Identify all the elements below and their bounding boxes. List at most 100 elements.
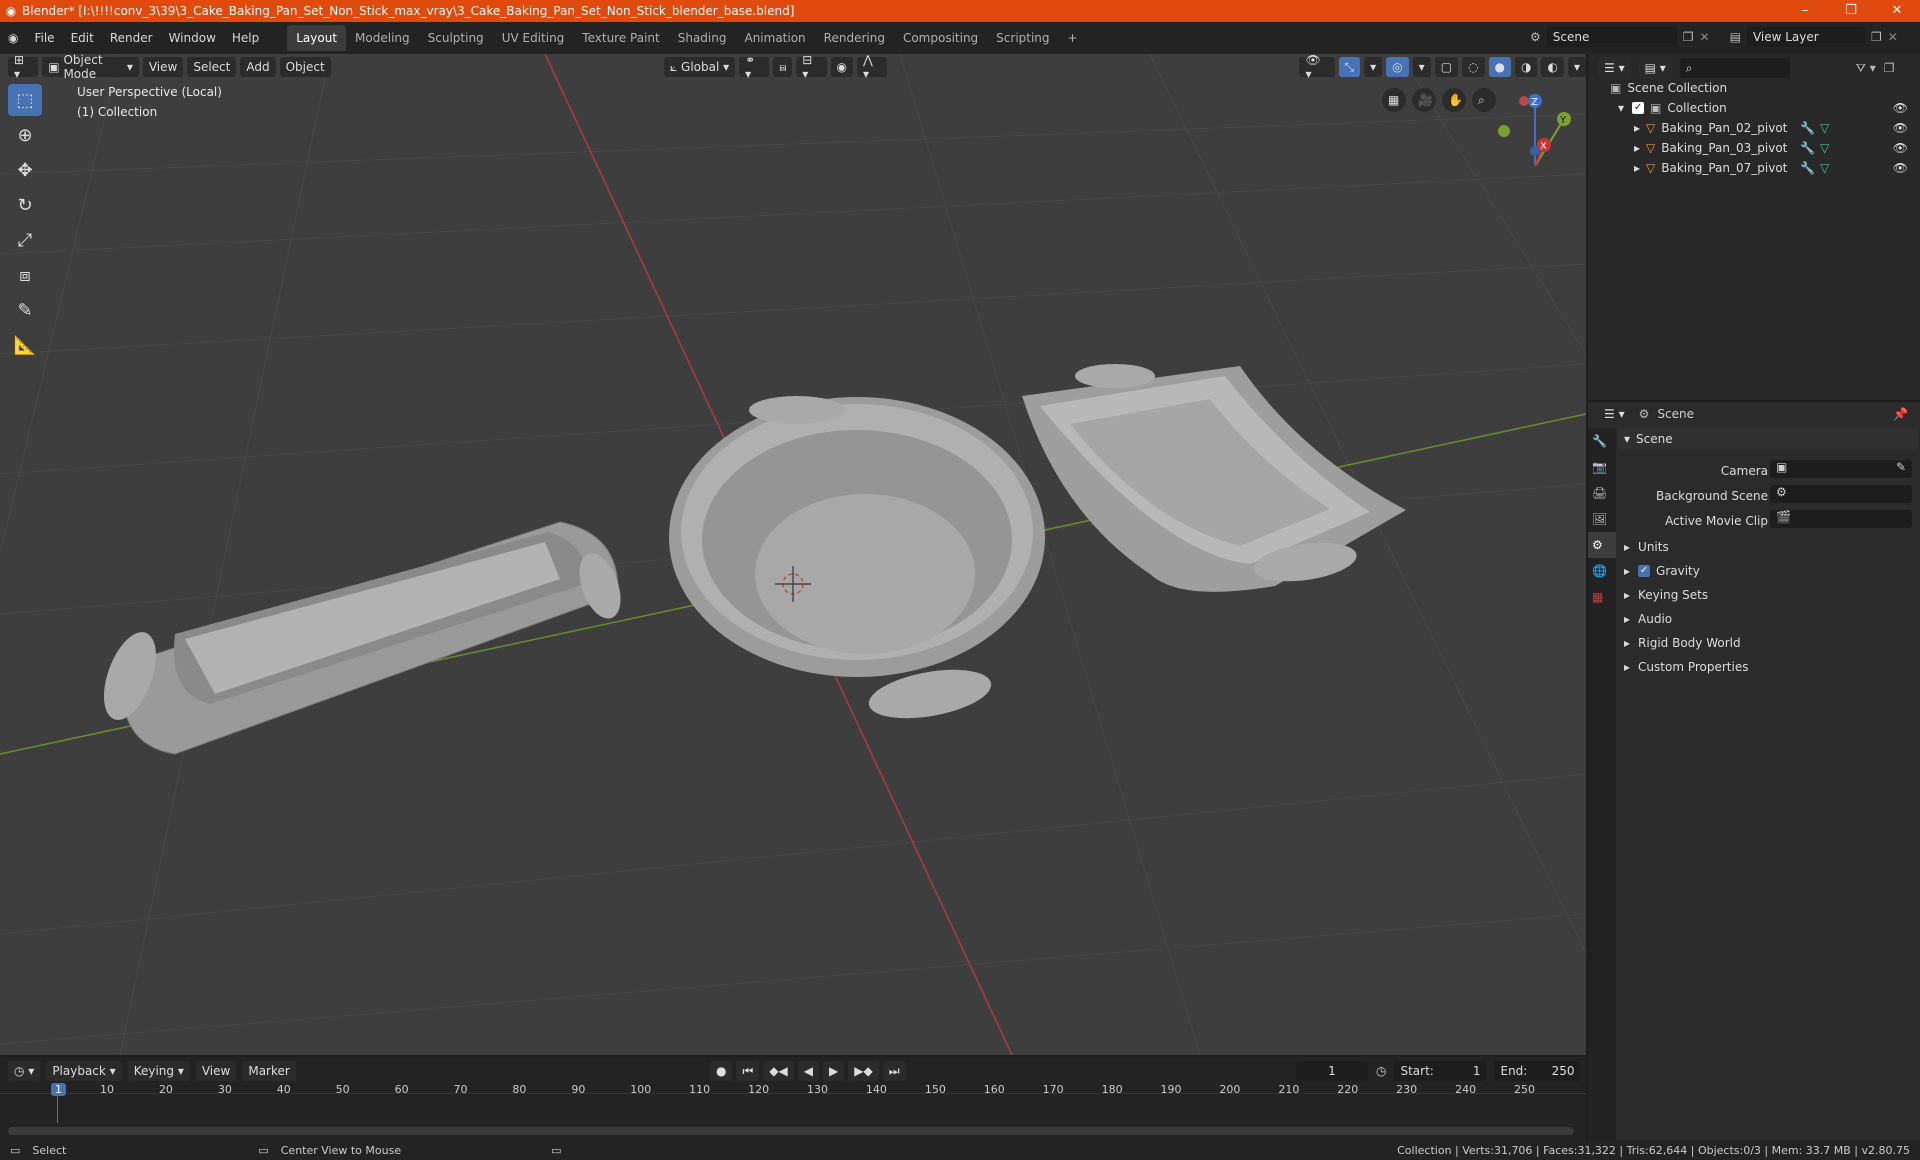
new-view-layer-icon[interactable]: ❐ — [1871, 30, 1882, 44]
eye-icon[interactable]: 👁 — [1893, 121, 1908, 135]
tab-sculpting[interactable]: Sculpting — [419, 25, 493, 51]
modifier-icon[interactable]: 🔧 — [1800, 121, 1815, 135]
tab-rendering[interactable]: Rendering — [815, 25, 894, 51]
scene-tab-icon[interactable]: ⚙ — [1588, 532, 1616, 558]
viewport-menu-select[interactable]: Select — [187, 57, 237, 77]
menu-edit[interactable]: Edit — [63, 31, 102, 45]
tab-layout[interactable]: Layout — [287, 25, 347, 51]
snap-target-icon[interactable]: ⊟ ▾ — [796, 53, 827, 81]
tab-animation[interactable]: Animation — [735, 25, 814, 51]
zoom-icon[interactable]: ⌕ — [1472, 88, 1496, 112]
mesh-data-icon[interactable]: ▽ — [1820, 141, 1829, 155]
scene-icon[interactable]: ⚙ — [1530, 30, 1541, 44]
playback-menu[interactable]: Playback ▾ — [46, 1061, 122, 1081]
mode-selector[interactable]: ▣ Object Mode ▾ — [42, 53, 139, 81]
solid-shading-icon[interactable]: ● — [1488, 57, 1511, 77]
camera-view-icon[interactable]: 🎥 — [1412, 88, 1436, 112]
transform-tool-icon[interactable]: ⧈ — [8, 259, 42, 291]
jump-end-icon[interactable]: ⏭ — [882, 1061, 906, 1081]
eye-icon[interactable]: 👁 — [1893, 161, 1908, 175]
tool-tab-icon[interactable]: 🔧 — [1588, 428, 1616, 454]
viewport-menu-add[interactable]: Add — [240, 57, 276, 77]
new-collection-icon[interactable]: ❐ — [1884, 61, 1895, 75]
tab-scripting[interactable]: Scripting — [987, 25, 1058, 51]
eye-icon[interactable]: 👁 — [1893, 101, 1908, 115]
proportional-edit-icon[interactable]: ◉ — [830, 57, 854, 77]
navigation-gizmo[interactable]: Z Y X — [1498, 94, 1571, 167]
properties-editor-type-icon[interactable]: ☰ ▾ — [1598, 404, 1631, 424]
jump-start-icon[interactable]: ⏮ — [736, 1061, 760, 1081]
measure-tool-icon[interactable]: 📐 — [8, 329, 42, 361]
xray-icon[interactable]: ▢ — [1434, 57, 1459, 77]
add-workspace-button[interactable]: + — [1059, 25, 1087, 51]
gizmo-dropdown-icon[interactable]: ▾ — [1364, 57, 1383, 77]
scene-section-header[interactable]: ▾ Scene — [1618, 428, 1918, 450]
expand-icon[interactable]: ▸ — [1634, 121, 1640, 135]
mesh-data-icon[interactable]: ▽ — [1820, 161, 1829, 175]
view-layer-tab-icon[interactable]: 🖼 — [1588, 506, 1616, 532]
3d-viewport[interactable]: Z Y X — [0, 54, 1586, 1055]
tab-shading[interactable]: Shading — [669, 25, 736, 51]
editor-type-icon[interactable]: ⊞ ▾ — [8, 53, 39, 81]
annotate-tool-icon[interactable]: ✎ — [8, 294, 42, 326]
pin-icon[interactable]: 📌 — [1893, 407, 1908, 421]
view-layer-icon[interactable]: ▤ — [1730, 30, 1741, 44]
menu-render[interactable]: Render — [102, 31, 161, 45]
new-scene-icon[interactable]: ❐ — [1683, 30, 1694, 44]
cursor-tool-icon[interactable]: ⊕ — [8, 119, 42, 151]
viewport-menu-object[interactable]: Object — [279, 57, 331, 77]
overlay-dropdown-icon[interactable]: ▾ — [1412, 57, 1431, 77]
wireframe-shading-icon[interactable]: ◌ — [1462, 57, 1485, 77]
viewport-menu-view[interactable]: View — [142, 57, 184, 77]
expand-icon[interactable]: ▸ — [1634, 141, 1640, 155]
current-frame-field[interactable]: 1 — [1296, 1061, 1368, 1081]
units-panel[interactable]: ▸ Units — [1624, 536, 1916, 558]
tab-texture-paint[interactable]: Texture Paint — [573, 25, 668, 51]
maximize-button[interactable]: ❐ — [1828, 0, 1874, 22]
eyedropper-icon[interactable]: ✎ — [1896, 460, 1906, 474]
minimize-button[interactable]: – — [1782, 0, 1828, 22]
outliner-editor-type-icon[interactable]: ☰ ▾ — [1598, 58, 1631, 78]
expand-icon[interactable]: ▸ — [1634, 161, 1640, 175]
eye-icon[interactable]: 👁 — [1893, 141, 1908, 155]
outliner-search-input[interactable]: ⌕ — [1679, 58, 1790, 78]
custom-properties-panel[interactable]: ▸ Custom Properties — [1624, 656, 1916, 678]
outliner-collection[interactable]: ▾ ✓ ▣ Collection 👁 — [1588, 98, 1920, 118]
prev-keyframe-icon[interactable]: ◆◀ — [763, 1061, 794, 1081]
remove-scene-icon[interactable]: ✕ — [1700, 30, 1710, 44]
visibility-icon[interactable]: 👁 ▾ — [1299, 53, 1335, 81]
rendered-shading-icon[interactable]: ◐ — [1541, 57, 1564, 77]
rotate-tool-icon[interactable]: ↻ — [8, 189, 42, 221]
close-button[interactable]: ✕ — [1874, 0, 1920, 22]
audio-panel[interactable]: ▸ Audio — [1624, 608, 1916, 630]
outliner-item[interactable]: ▸ ▽ Baking_Pan_07_pivot 🔧 ▽ 👁 — [1588, 158, 1920, 178]
start-frame-field[interactable]: Start: 1 — [1394, 1061, 1487, 1081]
falloff-icon[interactable]: ⋀ ▾ — [857, 53, 888, 81]
move-tool-icon[interactable]: ✥ — [8, 154, 42, 186]
overlay-toggle-icon[interactable]: ◎ — [1386, 57, 1409, 77]
marker-menu[interactable]: Marker — [242, 1061, 296, 1081]
play-reverse-icon[interactable]: ◀ — [797, 1061, 819, 1081]
expand-icon[interactable]: ▾ — [1618, 101, 1624, 115]
outliner-scene-collection[interactable]: ▣ Scene Collection — [1588, 78, 1920, 98]
tab-compositing[interactable]: Compositing — [894, 25, 987, 51]
remove-view-layer-icon[interactable]: ✕ — [1888, 30, 1898, 44]
rigid-body-world-panel[interactable]: ▸ Rigid Body World — [1624, 632, 1916, 654]
timeline-editor-type-icon[interactable]: ◷ ▾ — [8, 1061, 41, 1081]
outliner-item[interactable]: ▸ ▽ Baking_Pan_03_pivot 🔧 ▽ 👁 — [1588, 138, 1920, 158]
menu-help[interactable]: Help — [224, 31, 267, 45]
world-tab-icon[interactable]: 🌐 — [1588, 558, 1616, 584]
gravity-checkbox[interactable]: ✓ — [1638, 565, 1651, 577]
collection-checkbox[interactable]: ✓ — [1632, 102, 1645, 114]
mesh-data-icon[interactable]: ▽ — [1820, 121, 1829, 135]
texture-tab-icon[interactable]: ▦ — [1588, 584, 1616, 610]
tab-modeling[interactable]: Modeling — [346, 25, 419, 51]
timeline-scrollbar[interactable] — [8, 1127, 1574, 1135]
pan-hand-icon[interactable]: ✋ — [1442, 88, 1466, 112]
scene-selector[interactable]: Scene — [1546, 27, 1677, 47]
output-tab-icon[interactable]: 🖨 — [1588, 480, 1616, 506]
keying-sets-panel[interactable]: ▸ Keying Sets — [1624, 584, 1916, 606]
keying-menu[interactable]: Keying ▾ — [127, 1061, 190, 1081]
select-box-tool-icon[interactable]: ⬚ — [8, 84, 42, 116]
menu-window[interactable]: Window — [161, 31, 224, 45]
